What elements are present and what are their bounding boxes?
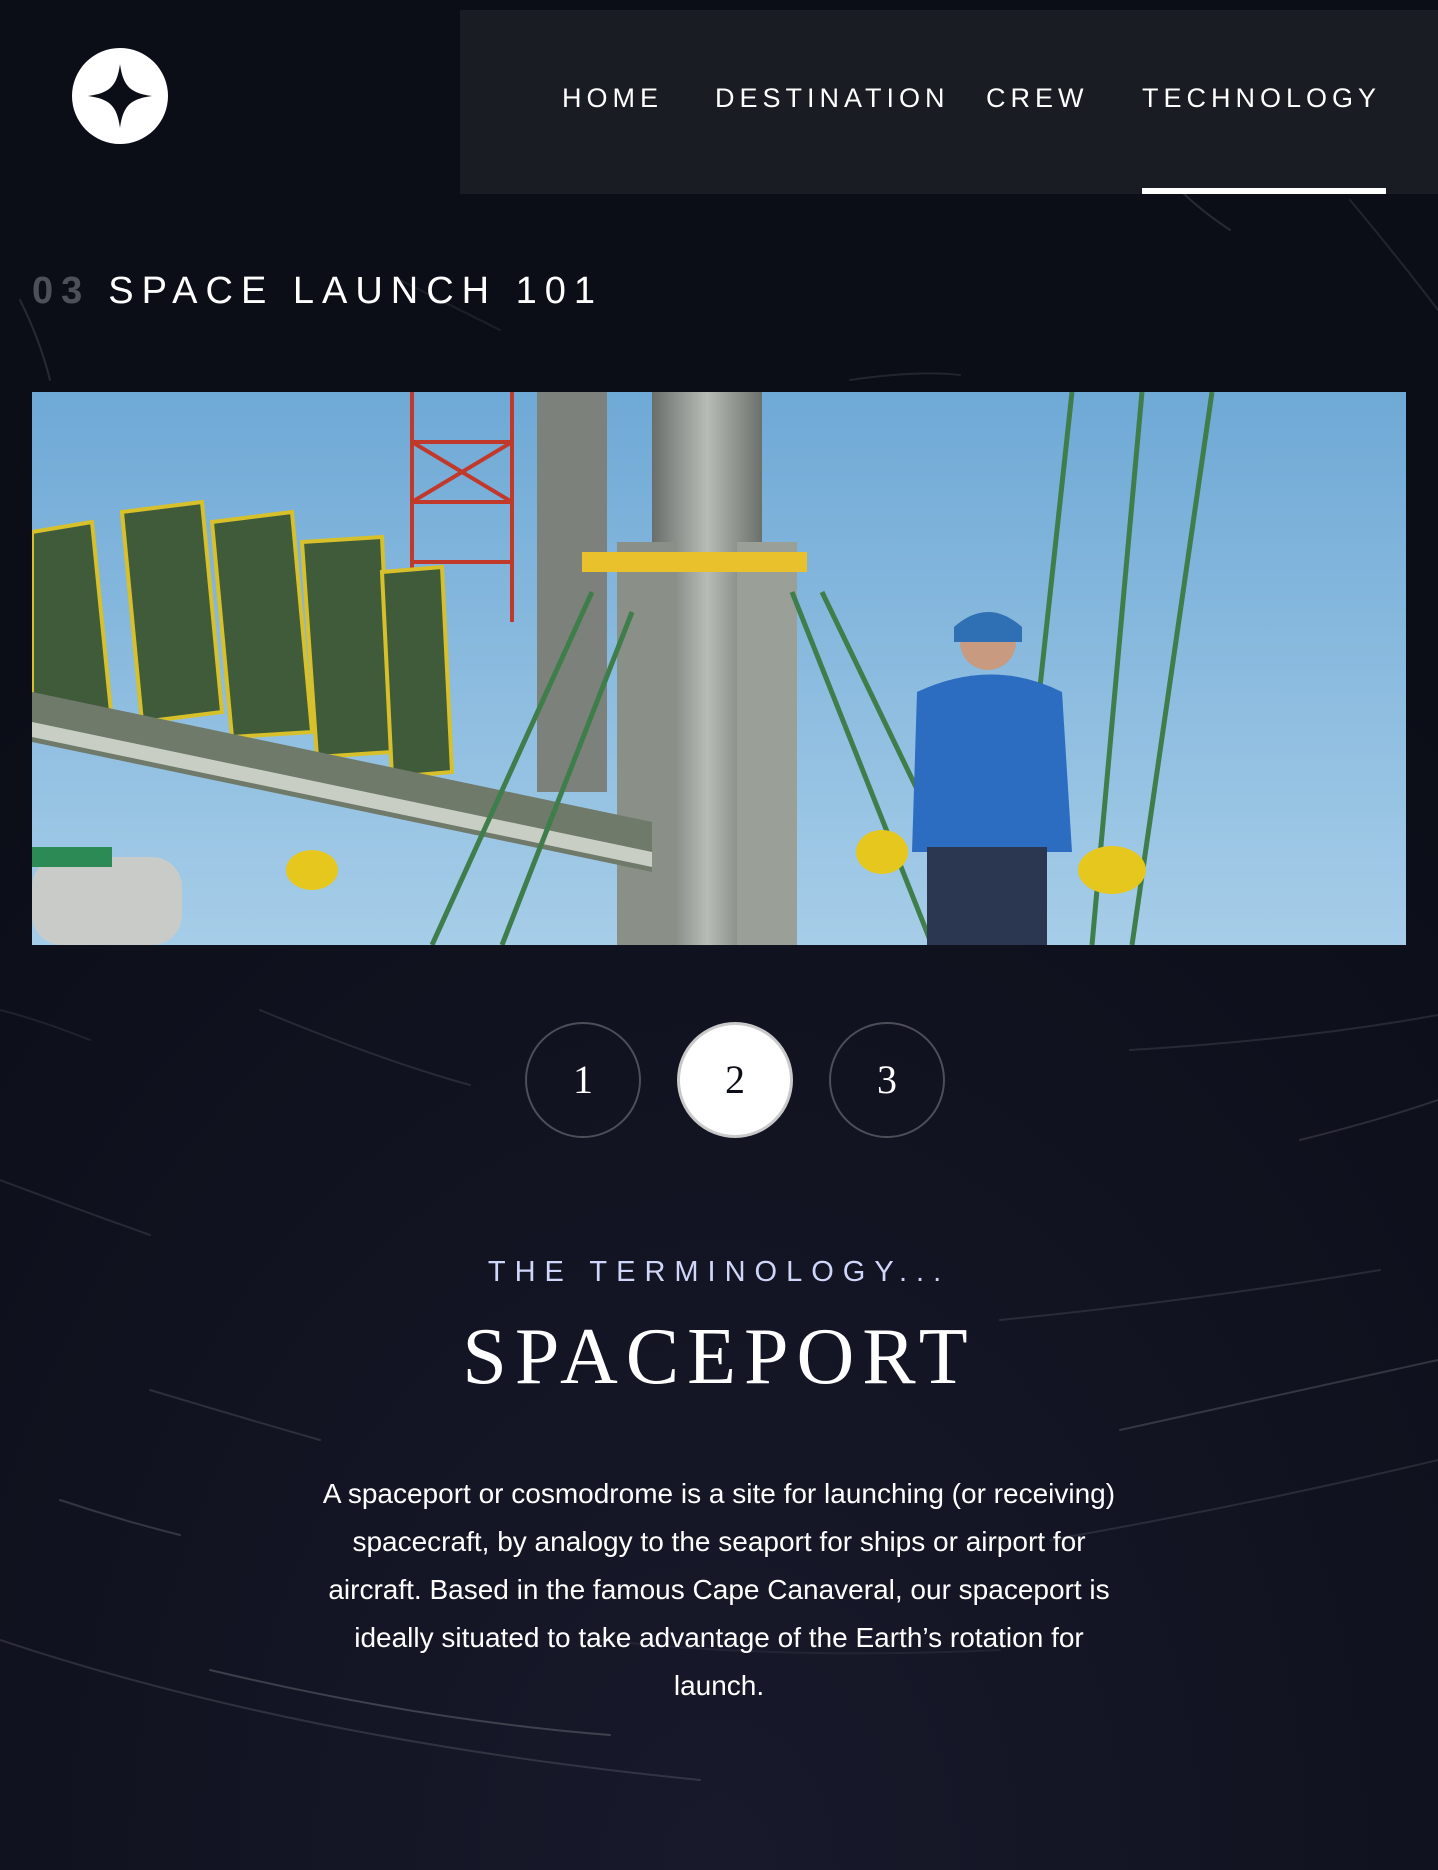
page-number: 03 — [32, 270, 91, 312]
pager-button-3[interactable]: 3 — [829, 1022, 945, 1138]
nav-technology[interactable]: TECHNOLOGY — [1142, 10, 1387, 194]
launch-site-image — [32, 392, 1406, 945]
main-navigation: HOME DESTINATION CREW TECHNOLOGY — [460, 10, 1438, 194]
term-heading: SPACEPORT — [462, 1313, 976, 1401]
page-title-text: SPACE LAUNCH 101 — [108, 270, 604, 312]
nav-home[interactable]: HOME — [562, 10, 663, 194]
site-header: HOME DESTINATION CREW TECHNOLOGY — [0, 0, 1438, 200]
nav-crew[interactable]: CREW — [986, 10, 1089, 194]
terminology-eyebrow: THE TERMINOLOGY... — [487, 1256, 951, 1288]
pager-button-1[interactable]: 1 — [525, 1022, 641, 1138]
pager-button-2[interactable]: 2 — [677, 1022, 793, 1138]
slide-pager: 1 2 3 — [0, 1022, 1438, 1146]
nav-destination[interactable]: DESTINATION — [715, 10, 950, 194]
term-description: A spaceport or cosmodrome is a site for … — [322, 1478, 1116, 1701]
page-title: 03 SPACE LAUNCH 101 — [32, 270, 603, 313]
four-point-star-icon[interactable] — [72, 48, 168, 144]
